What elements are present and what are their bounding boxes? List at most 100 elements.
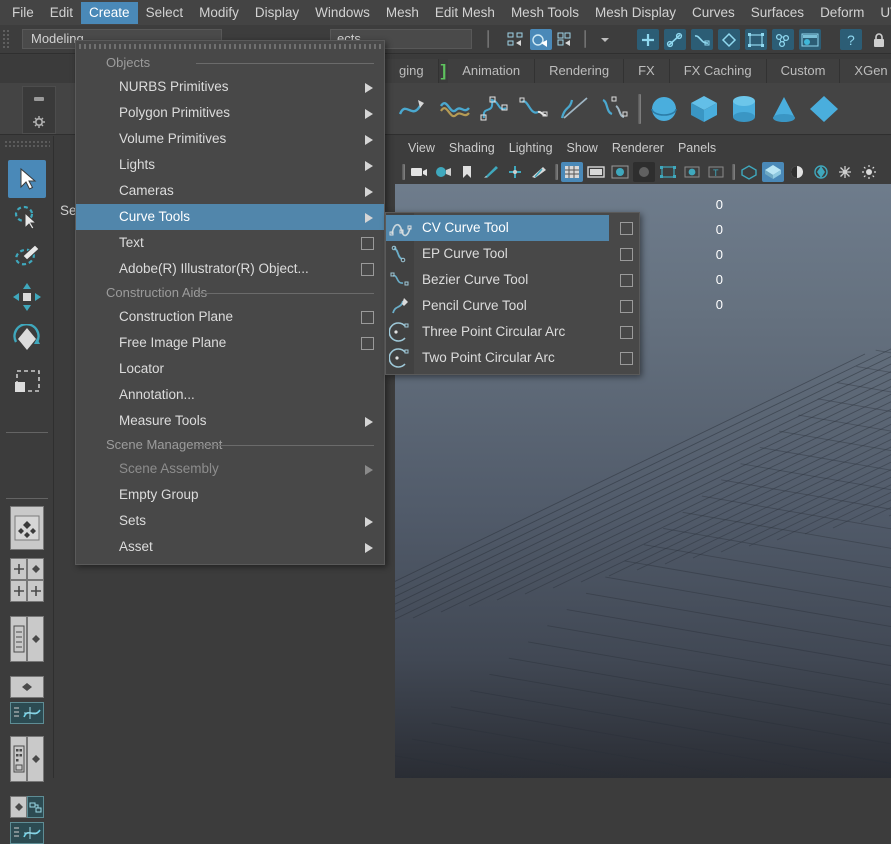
menu-modify[interactable]: Modify [191, 2, 247, 24]
menu-item-annotation[interactable]: Annotation... [76, 382, 384, 408]
menu-item-curve-tools[interactable]: Curve Tools [76, 204, 384, 230]
texture-border-icon[interactable]: T [705, 162, 727, 182]
snap-to-curve-icon[interactable] [664, 29, 686, 50]
curve-line-icon[interactable] [555, 87, 595, 131]
menu-item-text[interactable]: Text [76, 230, 384, 256]
menu-curves[interactable]: Curves [684, 2, 743, 24]
shelf-options-gear-icon[interactable] [23, 110, 55, 133]
option-box-icon[interactable] [361, 237, 374, 250]
option-box-icon[interactable] [620, 248, 633, 261]
xray-icon[interactable] [738, 162, 760, 182]
select-by-hierarchy-icon[interactable] [505, 29, 527, 50]
menu-file[interactable]: File [4, 2, 42, 24]
snap-to-projected-center-icon[interactable] [718, 29, 740, 50]
menu-item-measure-tools[interactable]: Measure Tools [76, 408, 384, 434]
shelf-menu-icon[interactable] [23, 87, 55, 110]
shaded-cube-icon[interactable] [762, 162, 784, 182]
select-by-object-type-icon[interactable] [530, 29, 552, 50]
snap-to-view-plane-icon[interactable] [745, 29, 767, 50]
layout-single-perspective-button[interactable] [10, 506, 44, 550]
menu-item-polygon-primitives[interactable]: Polygon Primitives [76, 100, 384, 126]
help-icon[interactable]: ? [840, 29, 862, 50]
curve-wave-icon[interactable] [435, 87, 475, 131]
submenu-item-pencil-curve-tool[interactable]: Pencil Curve Tool [386, 293, 639, 319]
menu-uv[interactable]: UV [872, 2, 891, 24]
option-box-icon[interactable] [620, 300, 633, 313]
layout-graph-editor-button[interactable] [10, 822, 44, 844]
light-bulb-icon[interactable] [858, 162, 880, 182]
shelf-tab-xgen[interactable]: XGen [840, 59, 891, 83]
menu-item-sets[interactable]: Sets [76, 508, 384, 534]
layout-node-editor-button[interactable] [27, 796, 44, 818]
select-camera-icon[interactable] [408, 162, 430, 182]
menu-item-volume-primitives[interactable]: Volume Primitives [76, 126, 384, 152]
menu-mesh-tools[interactable]: Mesh Tools [503, 2, 587, 24]
layout-persp-graph-button[interactable] [27, 558, 44, 580]
menu-item-cameras[interactable]: Cameras [76, 178, 384, 204]
layout-persp-only-button[interactable] [27, 616, 44, 662]
cylinder-icon[interactable] [724, 87, 764, 131]
option-box-icon[interactable] [361, 337, 374, 350]
sphere-icon[interactable] [644, 87, 684, 131]
shelf-tab-ging[interactable]: ging [385, 59, 439, 83]
pencil-icon[interactable] [528, 162, 550, 182]
menu-item-empty-group[interactable]: Empty Group [76, 482, 384, 508]
layout-persp-wide-button[interactable] [10, 676, 44, 698]
select-by-component-type-icon[interactable] [555, 29, 577, 50]
menu-surfaces[interactable]: Surfaces [743, 2, 812, 24]
option-box-icon[interactable] [620, 326, 633, 339]
option-box-icon[interactable] [620, 274, 633, 287]
menu-item-locator[interactable]: Locator [76, 356, 384, 382]
shelf-tab-rendering[interactable]: Rendering [535, 59, 624, 83]
snap-to-point-icon[interactable] [691, 29, 713, 50]
layout-persp-small-button[interactable] [10, 796, 27, 818]
image-plane-icon[interactable] [480, 162, 502, 182]
menu-item-lights[interactable]: Lights [76, 152, 384, 178]
shelf-tab-fx[interactable]: FX [624, 59, 670, 83]
viewport-menu-shading[interactable]: Shading [442, 139, 502, 157]
option-box-icon[interactable] [361, 263, 374, 276]
menu-select[interactable]: Select [138, 2, 192, 24]
cone-icon[interactable] [764, 87, 804, 131]
paint-select-tool-button[interactable] [8, 236, 46, 274]
menu-item-nurbs-primitives[interactable]: NURBS Primitives [76, 74, 384, 100]
option-box-icon[interactable] [620, 222, 633, 235]
snap-dropdown-icon[interactable] [598, 29, 612, 50]
toolbox-drag-handle[interactable] [4, 140, 50, 147]
viewport-menu-view[interactable]: View [401, 139, 442, 157]
cube-icon[interactable] [684, 87, 724, 131]
render-view-icon[interactable] [799, 29, 821, 50]
construction-history-icon[interactable] [772, 29, 794, 50]
smooth-shade-icon[interactable] [609, 162, 631, 182]
layout-persp-outliner-button[interactable] [10, 558, 27, 580]
viewport-menu-lighting[interactable]: Lighting [502, 139, 560, 157]
menu-tear-off-handle[interactable] [79, 44, 381, 49]
select-tool-button[interactable] [8, 160, 46, 198]
gpu-cache-icon[interactable] [810, 162, 832, 182]
submenu-item-three-point-circular-arc[interactable]: Three Point Circular Arc [386, 319, 639, 345]
statusline-drag-handle[interactable] [2, 29, 10, 49]
menu-edit-mesh[interactable]: Edit Mesh [427, 2, 503, 24]
snap-to-grid-icon[interactable] [637, 29, 659, 50]
submenu-item-ep-curve-tool[interactable]: EP Curve Tool [386, 241, 639, 267]
layout-hypershade-button[interactable] [10, 736, 27, 782]
menu-mesh-display[interactable]: Mesh Display [587, 2, 684, 24]
option-box-icon[interactable] [620, 352, 633, 365]
lock-icon[interactable] [868, 29, 890, 50]
viewport-menu-renderer[interactable]: Renderer [605, 139, 671, 157]
film-gate-icon[interactable] [585, 162, 607, 182]
layout-outliner-persp-button[interactable] [10, 616, 27, 662]
layout-two-view-button[interactable] [27, 580, 44, 602]
curve-arrow-icon[interactable] [395, 87, 435, 131]
submenu-item-bezier-curve-tool[interactable]: Bezier Curve Tool [386, 267, 639, 293]
scale-tool-button[interactable] [8, 362, 46, 400]
menu-create[interactable]: Create [81, 2, 138, 24]
menu-item-construction-plane[interactable]: Construction Plane [76, 304, 384, 330]
shelf-tab-fx-caching[interactable]: FX Caching [670, 59, 767, 83]
menu-deform[interactable]: Deform [812, 2, 872, 24]
submenu-item-two-point-circular-arc[interactable]: Two Point Circular Arc [386, 345, 639, 371]
textured-shade-icon[interactable] [633, 162, 655, 182]
layout-four-view-button[interactable] [10, 580, 27, 602]
menu-display[interactable]: Display [247, 2, 307, 24]
layout-persp-alt-button[interactable] [27, 736, 44, 782]
